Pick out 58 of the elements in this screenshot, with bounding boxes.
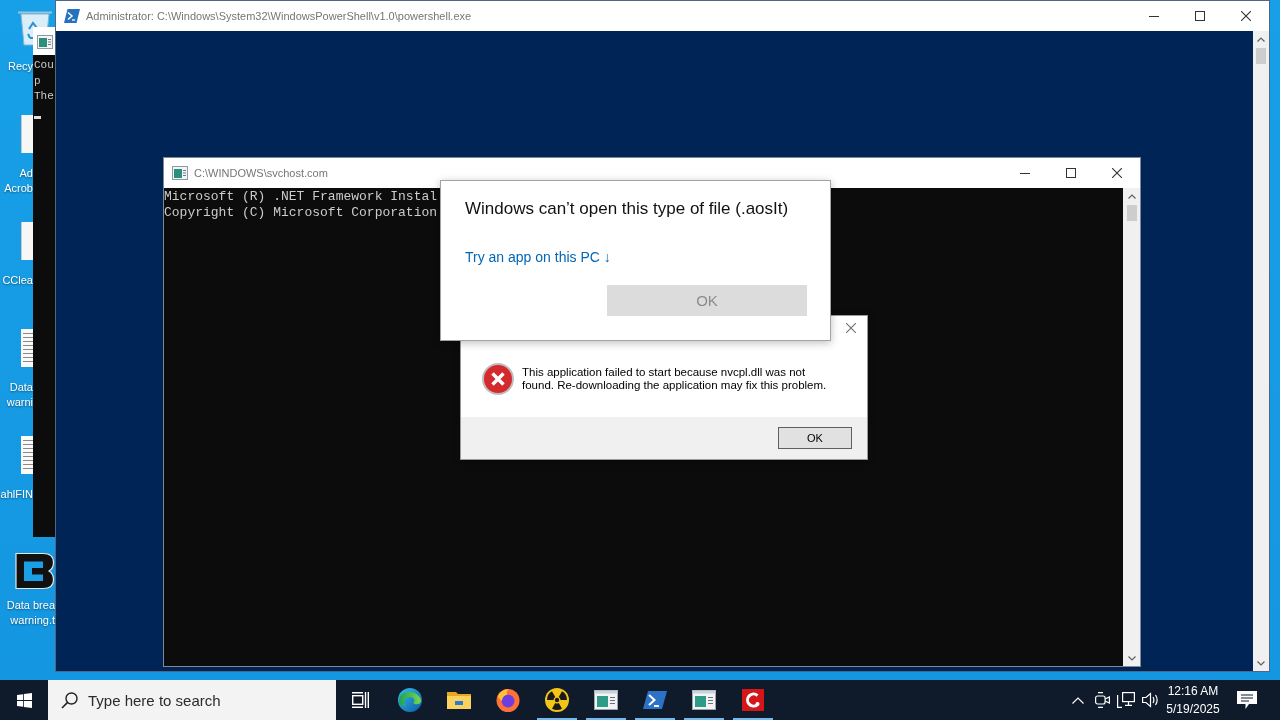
icon-label[interactable]: Ad bbox=[19, 166, 33, 181]
icon-label[interactable]: warni bbox=[6, 395, 33, 410]
error-message: This application failed to start because nvcpl.dll was not found. Re-downloading the application may fix this problem. bbox=[522, 366, 828, 392]
network-icon[interactable] bbox=[1117, 692, 1135, 708]
scroll-thumb[interactable] bbox=[1256, 48, 1266, 64]
close-icon[interactable] bbox=[1112, 168, 1122, 178]
icon-label[interactable]: ahlFIN bbox=[0, 487, 33, 502]
minimize-icon[interactable] bbox=[1149, 15, 1159, 17]
minimize-icon[interactable] bbox=[1020, 172, 1030, 174]
search-icon[interactable] bbox=[61, 692, 78, 709]
window-icon bbox=[172, 166, 188, 180]
scroll-up-icon[interactable] bbox=[1257, 37, 1265, 42]
window-title: Administrator: C:\Windows\System32\WindowsPowerShell\v1.0\powershell.exe bbox=[86, 10, 472, 22]
scroll-thumb[interactable] bbox=[1126, 205, 1137, 221]
maximize-icon[interactable] bbox=[1066, 168, 1076, 178]
error-icon bbox=[482, 363, 514, 395]
icon-label[interactable]: Acrob bbox=[4, 181, 33, 196]
flame-globe-icon[interactable] bbox=[495, 688, 520, 712]
ok-button[interactable]: OK bbox=[778, 427, 852, 449]
console-text: Cou bbox=[34, 58, 54, 73]
logo-icon[interactable] bbox=[15, 552, 55, 590]
message-icon[interactable] bbox=[1237, 691, 1257, 709]
scrollbar[interactable] bbox=[1253, 31, 1269, 671]
terminal-icon bbox=[64, 9, 80, 23]
task-view-icon[interactable] bbox=[352, 692, 369, 708]
windows-icon[interactable] bbox=[16, 692, 32, 708]
console-text: Copyright (C) Microsoft Corporation bbox=[164, 205, 438, 221]
close-icon[interactable] bbox=[1241, 11, 1251, 21]
c-logo-icon[interactable] bbox=[741, 689, 764, 711]
console-text: p bbox=[34, 73, 41, 89]
icon-label[interactable]: warning.t bbox=[10, 613, 55, 628]
search-field[interactable]: Type here to search bbox=[48, 680, 336, 720]
scroll-down-icon[interactable] bbox=[1257, 661, 1265, 666]
speaker-icon[interactable] bbox=[1141, 692, 1159, 708]
folder-icon[interactable] bbox=[446, 690, 471, 710]
dialog-title: Windows can’t open this type of file (.aosIt) bbox=[465, 198, 789, 220]
swirl-icon[interactable] bbox=[397, 688, 422, 712]
clock-time[interactable]: 12:16 AM bbox=[1167, 682, 1219, 700]
icon-label[interactable]: CClea bbox=[2, 273, 33, 288]
window-icon[interactable] bbox=[593, 690, 618, 710]
console-text: Microsoft (R) .NET Framework Instal bbox=[164, 189, 438, 205]
icon-label[interactable]: Data brea bbox=[6, 598, 55, 613]
maximize-icon[interactable] bbox=[1195, 11, 1205, 21]
console-text: The bbox=[34, 89, 54, 104]
clock-date[interactable]: 5/19/2025 bbox=[1166, 700, 1220, 718]
radiation-icon[interactable] bbox=[544, 688, 569, 712]
icon-label[interactable]: Data bbox=[9, 380, 33, 395]
scrollbar[interactable] bbox=[1123, 188, 1140, 666]
app-link[interactable]: Try an app on this PC ↓ bbox=[465, 248, 611, 266]
window-icon[interactable] bbox=[691, 690, 716, 710]
chevron-up-icon[interactable] bbox=[1072, 696, 1084, 704]
terminal-icon[interactable] bbox=[642, 690, 667, 710]
cursor-icon bbox=[34, 115, 41, 119]
scroll-down-icon[interactable] bbox=[1127, 656, 1136, 661]
icon-label[interactable]: Recy bbox=[7, 59, 33, 74]
scroll-up-icon[interactable] bbox=[1127, 194, 1136, 199]
camera-icon[interactable] bbox=[1094, 692, 1110, 708]
window-title: C:\WINDOWS\svchost.com bbox=[194, 167, 328, 179]
